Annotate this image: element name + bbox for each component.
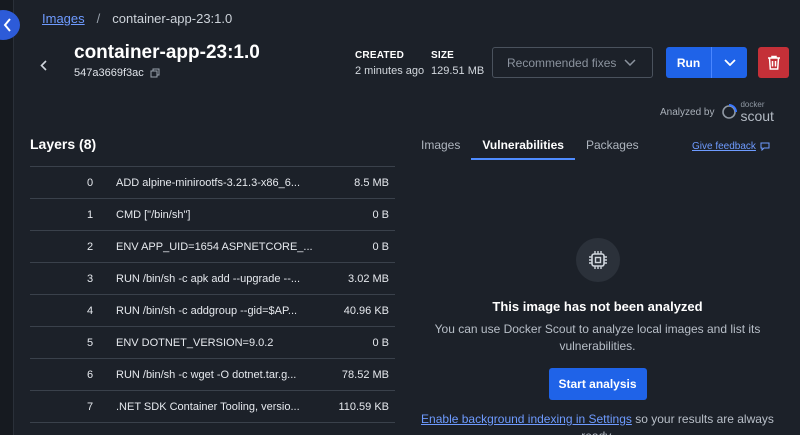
layer-row[interactable]: 5 ENV DOTNET_VERSION=9.0.2 0 B bbox=[30, 327, 395, 359]
copy-icon[interactable] bbox=[150, 68, 160, 78]
layer-row[interactable]: 2 ENV APP_UID=1654 ASPNETCORE_... 0 B bbox=[30, 231, 395, 263]
layer-size: 78.52 MB bbox=[341, 368, 389, 381]
detail-tabs: Images Vulnerabilities Packages bbox=[410, 136, 650, 160]
image-header: container-app-23:1.0 547a3669f3ac CREATE… bbox=[0, 38, 800, 96]
trash-icon bbox=[767, 55, 780, 70]
start-analysis-button[interactable]: Start analysis bbox=[548, 368, 647, 400]
docker-scout-icon bbox=[722, 104, 738, 119]
back-button[interactable] bbox=[36, 56, 50, 74]
docker-scout-logo: docker scout bbox=[720, 101, 774, 124]
layer-row[interactable]: 0 ADD alpine-minirootfs-3.21.3-x86_6... 8.… bbox=[30, 167, 395, 199]
layer-index: 5 bbox=[86, 336, 94, 349]
layer-row[interactable]: 1 CMD ["/bin/sh"] 0 B bbox=[30, 199, 395, 231]
empty-state: This image has not been analyzed You can… bbox=[410, 238, 785, 400]
give-feedback-link[interactable]: Give feedback bbox=[692, 141, 770, 152]
layer-size: 40.96 KB bbox=[343, 304, 389, 317]
layer-command: ADD alpine-minirootfs-3.21.3-x86_6... bbox=[116, 176, 301, 189]
created-label: CREATED bbox=[355, 50, 404, 61]
run-button[interactable]: Run bbox=[666, 47, 712, 78]
size-meta: SIZE 129.51 MB bbox=[431, 50, 484, 77]
size-value: 129.51 MB bbox=[431, 65, 485, 77]
layers-table: 0 ADD alpine-minirootfs-3.21.3-x86_6... 8.… bbox=[30, 166, 395, 423]
empty-state-badge bbox=[575, 238, 620, 282]
run-button-group: Run bbox=[666, 47, 747, 78]
tab-images[interactable]: Images bbox=[410, 136, 471, 160]
size-label: SIZE bbox=[431, 50, 455, 61]
layer-index: 6 bbox=[86, 368, 94, 381]
breadcrumb-images-link[interactable]: Images bbox=[42, 11, 85, 26]
give-feedback-label: Give feedback bbox=[692, 141, 756, 152]
layer-command: RUN /bin/sh -c wget -O dotnet.tar.g... bbox=[116, 368, 297, 381]
tab-packages[interactable]: Packages bbox=[575, 136, 650, 160]
layer-command: RUN /bin/sh -c apk add --upgrade --... bbox=[116, 272, 301, 285]
layer-row[interactable]: 6 RUN /bin/sh -c wget -O dotnet.tar.g... 7… bbox=[30, 359, 395, 391]
breadcrumb-current: container-app-23:1.0 bbox=[112, 11, 233, 26]
layer-command: RUN /bin/sh -c addgroup --gid=$AP... bbox=[116, 304, 298, 317]
chevron-down-icon bbox=[723, 59, 736, 66]
layer-row[interactable]: 3 RUN /bin/sh -c apk add --upgrade --... 3… bbox=[30, 263, 395, 295]
enable-indexing-link[interactable]: Enable background indexing in Settings bbox=[421, 412, 632, 426]
layer-index: 3 bbox=[86, 272, 94, 285]
image-sha-text: 547a3669f3ac bbox=[74, 67, 144, 79]
image-sha: 547a3669f3ac bbox=[74, 67, 160, 79]
created-value: 2 minutes ago bbox=[355, 65, 425, 77]
breadcrumb-separator: / bbox=[96, 11, 101, 26]
delete-button[interactable] bbox=[758, 47, 789, 78]
layer-row[interactable]: 7 .NET SDK Container Tooling, versio... 11… bbox=[30, 391, 395, 423]
chevron-left-icon bbox=[39, 59, 47, 71]
chip-icon bbox=[588, 251, 607, 269]
run-options-button[interactable] bbox=[712, 47, 747, 78]
chevron-left-icon bbox=[3, 18, 11, 32]
layer-size: 110.59 KB bbox=[338, 400, 389, 413]
sidebar-collapse-button[interactable] bbox=[0, 10, 20, 40]
layer-command: ENV APP_UID=1654 ASPNETCORE_... bbox=[116, 240, 313, 253]
layer-index: 4 bbox=[86, 304, 94, 317]
layer-size: 0 B bbox=[372, 208, 389, 221]
analyzed-by: Analyzed by docker scout bbox=[660, 101, 774, 124]
page-title: container-app-23:1.0 bbox=[74, 42, 260, 63]
layer-index: 1 bbox=[86, 208, 94, 221]
scout-brand-big: scout bbox=[740, 108, 774, 124]
recommended-fixes-label: Recommended fixes bbox=[507, 55, 617, 70]
layer-size: 3.02 MB bbox=[348, 272, 389, 285]
background-indexing-note: Enable background indexing in Settings s… bbox=[410, 411, 785, 435]
layer-index: 2 bbox=[86, 240, 94, 253]
chevron-down-icon bbox=[624, 59, 636, 66]
breadcrumb: Images / container-app-23:1.0 bbox=[42, 11, 232, 26]
feedback-icon bbox=[760, 142, 770, 151]
layer-index: 7 bbox=[86, 400, 94, 413]
layer-row[interactable]: 4 RUN /bin/sh -c addgroup --gid=$AP... 40.… bbox=[30, 295, 395, 327]
recommended-fixes-dropdown[interactable]: Recommended fixes bbox=[492, 47, 653, 78]
layer-size: 8.5 MB bbox=[354, 176, 389, 189]
tab-vulnerabilities[interactable]: Vulnerabilities bbox=[471, 136, 575, 160]
empty-state-title: This image has not been analyzed bbox=[492, 299, 703, 314]
layer-size: 0 B bbox=[372, 336, 389, 349]
created-meta: CREATED 2 minutes ago bbox=[355, 50, 424, 77]
layer-command: ENV DOTNET_VERSION=9.0.2 bbox=[116, 336, 274, 349]
layer-size: 0 B bbox=[372, 240, 389, 253]
layer-command: CMD ["/bin/sh"] bbox=[116, 208, 191, 221]
empty-state-description: You can use Docker Scout to analyze loca… bbox=[434, 322, 761, 353]
layers-title: Layers (8) bbox=[30, 136, 97, 152]
layer-command: .NET SDK Container Tooling, versio... bbox=[116, 400, 300, 413]
layer-index: 0 bbox=[86, 176, 94, 189]
analyzed-by-label: Analyzed by bbox=[660, 106, 715, 118]
